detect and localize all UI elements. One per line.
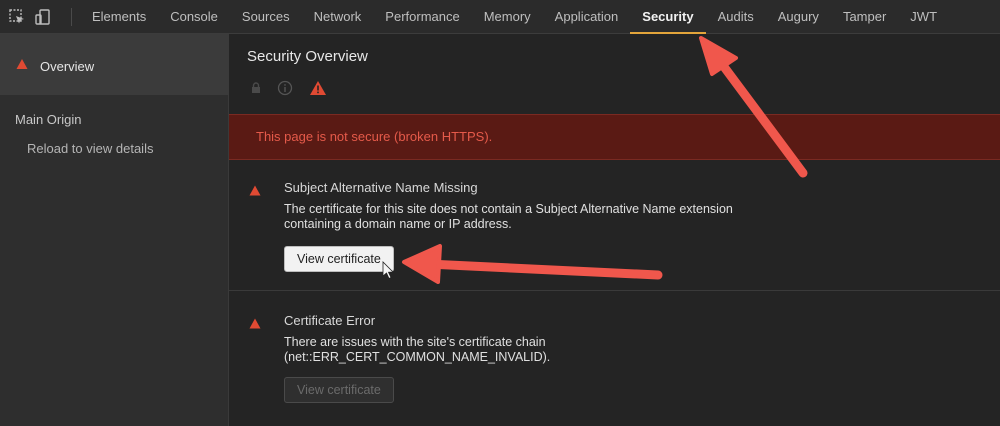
banner-text: This page is not secure (broken HTTPS). [256,129,493,144]
toolbar-divider [71,8,72,26]
issue-title: Subject Alternative Name Missing [284,180,478,195]
main-origin-heading: Main Origin [15,112,82,127]
warning-icon [249,317,261,332]
warning-icon [249,184,261,199]
tab-security[interactable]: Security [630,0,706,34]
warning-icon [16,58,28,73]
issue-description: There are issues with the site's certifi… [284,335,551,364]
tab-augury[interactable]: Augury [766,0,831,34]
page-title: Security Overview [247,48,368,65]
tab-sources[interactable]: Sources [230,0,302,34]
tab-audits[interactable]: Audits [706,0,766,34]
lock-icon [251,82,261,97]
device-mode-icon[interactable] [34,8,52,26]
view-certificate-button-disabled: View certificate [284,377,394,403]
toolbar-icons [8,8,52,26]
tab-memory[interactable]: Memory [472,0,543,34]
tab-network[interactable]: Network [302,0,374,34]
issue-title: Certificate Error [284,313,376,328]
tab-elements[interactable]: Elements [80,0,158,34]
security-sidebar: Overview Main Origin Reload to view deta… [0,34,229,426]
info-icon [277,80,293,99]
inspect-element-icon[interactable] [8,8,26,26]
tab-tamper[interactable]: Tamper [831,0,898,34]
warning-icon [309,80,327,99]
insecure-banner: This page is not secure (broken HTTPS). [229,114,1000,160]
tab-application[interactable]: Application [543,0,631,34]
view-certificate-button[interactable]: View certificate [284,246,394,272]
devtools-tabbar: Elements Console Sources Network Performance… [0,0,1000,34]
sidebar-item-overview[interactable]: Overview [0,34,229,95]
tab-performance[interactable]: Performance [373,0,471,34]
tab-console[interactable]: Console [158,0,230,34]
tab-jwt[interactable]: JWT [898,0,949,34]
tab-list: Elements Console Sources Network Performance… [80,0,949,34]
issue-divider [229,290,1000,291]
reload-to-view-details: Reload to view details [27,141,154,156]
sidebar-item-label: Overview [40,59,95,74]
security-state-icons [251,80,327,99]
security-main-panel: Security Overview This page is not secur… [229,34,1000,426]
issue-description: The certificate for this site does not c… [284,202,733,231]
